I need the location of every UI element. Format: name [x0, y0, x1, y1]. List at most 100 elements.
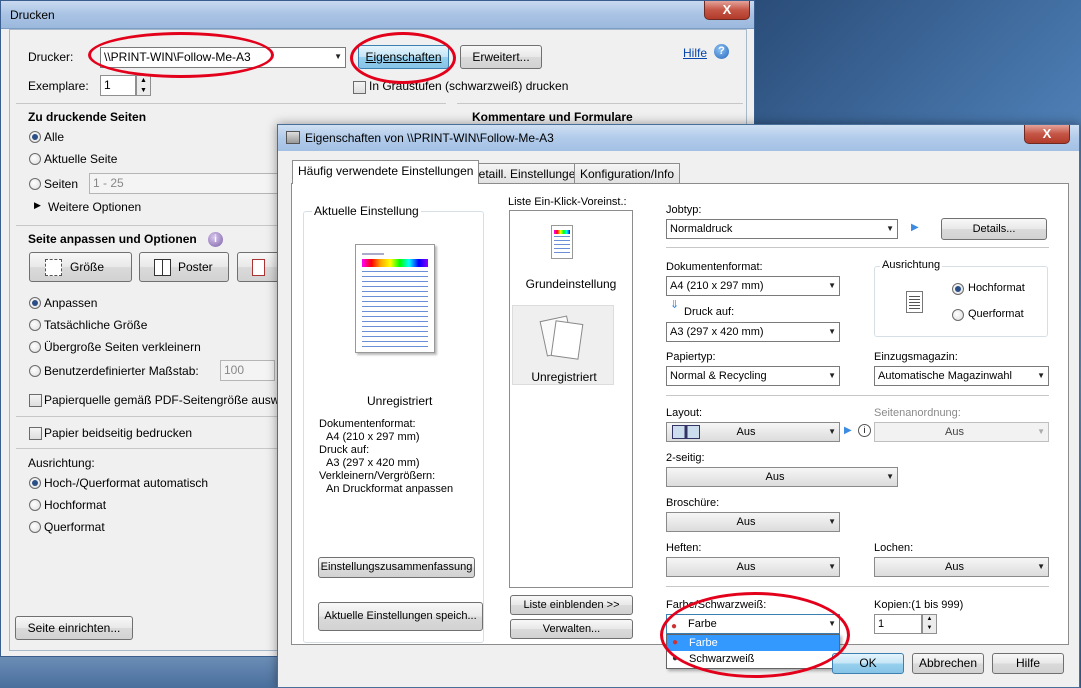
- pageorder-select[interactable]: Aus ▼: [874, 422, 1049, 442]
- advanced-button[interactable]: Erweitert...: [460, 45, 542, 69]
- chevron-down-icon: ▼: [828, 327, 836, 336]
- color-option-label: Farbe: [689, 637, 718, 649]
- print-dialog-titlebar[interactable]: Drucken: [1, 1, 754, 29]
- booklet-select[interactable]: Aus ▼: [666, 512, 840, 532]
- copies-label: Kopien:(1 bis 999): [874, 599, 964, 611]
- pages-current-radio[interactable]: [29, 153, 41, 165]
- show-list-button[interactable]: Liste einblenden >>: [510, 595, 633, 615]
- oneclick-item-default[interactable]: Grundeinstellung: [510, 277, 632, 291]
- docformat-value: A4 (210 x 297 mm): [670, 280, 764, 292]
- properties-dialog: Eigenschaften von \\PRINT-WIN\Follow-Me-…: [277, 124, 1080, 688]
- save-settings-button[interactable]: Aktuelle Einstellungen speich...: [318, 602, 483, 631]
- fit-custom-radio[interactable]: [29, 365, 41, 377]
- portrait-page-icon: [906, 291, 923, 313]
- orient-portrait-radio[interactable]: [29, 499, 41, 511]
- oneclick-item-unregistered[interactable]: Unregistriert: [512, 305, 614, 385]
- summary-line: Druck auf:: [319, 444, 370, 456]
- tab-configuration[interactable]: Konfiguration/Info: [574, 163, 681, 184]
- orient-portrait-radio[interactable]: [952, 283, 964, 295]
- color-dots-icon: ●: [672, 637, 679, 648]
- pages-all-radio[interactable]: [29, 131, 41, 143]
- pages-range-radio[interactable]: [29, 178, 41, 190]
- triangle-right-icon[interactable]: ▶: [34, 200, 41, 211]
- staple-label: Heften:: [666, 542, 702, 554]
- punch-select[interactable]: Aus ▼: [874, 557, 1049, 577]
- manage-button[interactable]: Verwalten...: [510, 619, 633, 639]
- printon-value: A3 (297 x 420 mm): [670, 326, 764, 338]
- properties-dialog-close-button[interactable]: X: [1024, 125, 1070, 144]
- fit-actual-radio[interactable]: [29, 319, 41, 331]
- color-select[interactable]: ● Farbe ▼: [666, 614, 840, 634]
- chevron-down-icon: ▼: [828, 562, 836, 571]
- jobtype-label: Jobtyp:: [666, 204, 702, 216]
- size-button-label: Größe: [70, 260, 105, 274]
- paper-source-checkbox[interactable]: [29, 394, 42, 407]
- oneclick-list[interactable]: Grundeinstellung Unregistriert: [509, 210, 633, 588]
- properties-button[interactable]: Eigenschaften: [358, 45, 449, 69]
- pages-range-input[interactable]: 1 - 25: [89, 173, 279, 194]
- layout-value: Aus: [736, 426, 756, 438]
- multiple-pages-icon: [252, 259, 265, 276]
- cancel-button[interactable]: Abbrechen: [912, 653, 984, 674]
- printer-icon: [286, 131, 300, 144]
- color-dots-icon: ●: [671, 621, 678, 632]
- orient-portrait-label: Hochformat: [44, 498, 107, 512]
- papertype-select[interactable]: Normal & Recycling ▼: [666, 366, 840, 386]
- help-link[interactable]: Hilfe: [683, 46, 707, 60]
- color-option-color[interactable]: ● Farbe: [667, 635, 839, 651]
- print-dialog-close-button[interactable]: X: [704, 1, 750, 20]
- layout-select[interactable]: Aus ▼: [666, 422, 840, 442]
- orient-landscape-radio[interactable]: [29, 521, 41, 533]
- tray-select[interactable]: Automatische Magazinwahl ▼: [874, 366, 1049, 386]
- jobtype-select[interactable]: Normaldruck ▼: [666, 219, 898, 239]
- size-button[interactable]: Größe: [29, 252, 132, 282]
- pages-current-label: Aktuelle Seite: [44, 152, 118, 166]
- copies-spinner[interactable]: ▲ ▼: [136, 75, 151, 96]
- fit-adjust-radio[interactable]: [29, 297, 41, 309]
- duplex-select[interactable]: Aus ▼: [666, 467, 898, 487]
- divider: [666, 247, 1049, 248]
- help-button[interactable]: Hilfe: [992, 653, 1064, 674]
- docformat-select[interactable]: A4 (210 x 297 mm) ▼: [666, 276, 840, 296]
- poster-button[interactable]: Poster: [139, 252, 229, 282]
- grayscale-checkbox[interactable]: [353, 81, 366, 94]
- tab-common-settings[interactable]: Häufig verwendete Einstellungen: [292, 160, 480, 184]
- properties-dialog-titlebar[interactable]: Eigenschaften von \\PRINT-WIN\Follow-Me-…: [278, 125, 1079, 151]
- more-options-link[interactable]: Weitere Optionen: [48, 200, 141, 214]
- copies-input[interactable]: 1: [874, 614, 922, 634]
- settings-summary-button[interactable]: Einstellungszusammenfassung: [318, 557, 475, 578]
- color-dropdown-list[interactable]: ● Farbe ● Schwarzweiß: [666, 634, 840, 669]
- chevron-down-icon: ▼: [1037, 562, 1045, 571]
- current-setting-title: Aktuelle Einstellung: [312, 204, 421, 218]
- printon-label: Druck auf:: [684, 306, 735, 318]
- chevron-down-icon: ▼: [828, 517, 836, 526]
- details-button[interactable]: Details...: [941, 218, 1047, 240]
- chevron-down-icon: ▼: [334, 52, 342, 61]
- papertype-label: Papiertyp:: [666, 351, 716, 363]
- tab-detail-settings[interactable]: Detaill. Einstellungen: [464, 163, 589, 184]
- info-icon[interactable]: i: [858, 424, 871, 437]
- docformat-label: Dokumentenformat:: [666, 261, 763, 273]
- blank-page-icon: [550, 320, 584, 360]
- preview-text-lines: [362, 271, 428, 347]
- duplex-checkbox[interactable]: [29, 427, 42, 440]
- orient-auto-radio[interactable]: [29, 477, 41, 489]
- duplex-label: 2-seitig:: [666, 452, 705, 464]
- fit-shrink-radio[interactable]: [29, 341, 41, 353]
- fit-custom-input[interactable]: 100: [220, 360, 275, 381]
- color-option-bw[interactable]: ● Schwarzweiß: [667, 651, 839, 667]
- play-arrow-icon: ▶: [911, 222, 919, 233]
- printon-select[interactable]: A3 (297 x 420 mm) ▼: [666, 322, 840, 342]
- copies-input[interactable]: 1: [100, 75, 136, 96]
- punch-value: Aus: [945, 561, 964, 573]
- copies-spinner[interactable]: ▲ ▼: [922, 614, 937, 634]
- printer-select[interactable]: \\PRINT-WIN\Follow-Me-A3 ▼: [100, 47, 346, 68]
- duplex-label: Papier beidseitig bedrucken: [44, 426, 193, 440]
- page-setup-button[interactable]: Seite einrichten...: [15, 616, 133, 640]
- info-icon[interactable]: i: [208, 232, 223, 247]
- duplex-value: Aus: [765, 471, 785, 483]
- staple-select[interactable]: Aus ▼: [666, 557, 840, 577]
- orient-landscape-radio[interactable]: [952, 309, 964, 321]
- ok-button[interactable]: OK: [832, 653, 904, 674]
- help-icon[interactable]: ?: [714, 44, 729, 59]
